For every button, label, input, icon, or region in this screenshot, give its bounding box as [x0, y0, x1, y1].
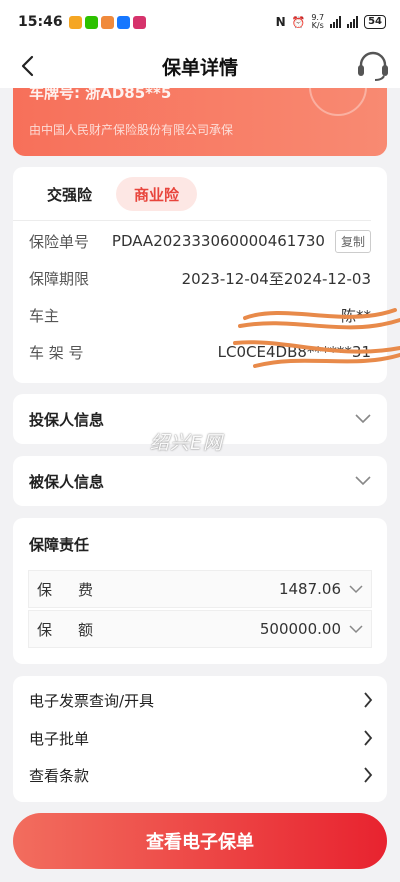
game-notification-icon [132, 15, 146, 29]
chevron-right-icon [364, 730, 373, 746]
insurer-name: 由中国人民财产保险股份有限公司承保 [29, 123, 234, 137]
chevron-down-icon [349, 584, 363, 593]
network-speed: 9.7 K/s [311, 14, 324, 30]
chevron-right-icon [364, 767, 373, 783]
signal-icon-2 [347, 16, 359, 28]
copy-button[interactable]: 复制 [334, 229, 371, 253]
policy-number-row: 保险单号 PDAA202333060000461730 复制 [29, 223, 371, 259]
nfc-icon: N [275, 15, 286, 29]
chevron-down-icon [349, 624, 363, 633]
signal-icon [330, 16, 342, 28]
coverage-period-row: 保障期限 2023-12-04至2024-12-03 [29, 260, 371, 296]
terms-link-label: 查看条款 [29, 766, 90, 785]
coverage-period-value: 2023-12-04至2024-12-03 [181, 269, 371, 288]
page-title: 保单详情 [161, 56, 238, 79]
premium-value: 1487.06 [278, 580, 341, 598]
headset-icon [358, 51, 388, 81]
view-e-policy-button[interactable]: 查看电子保单 [13, 813, 387, 869]
actions-list-card: 电子发票查询/开具 电子批单 查看条款 [13, 676, 387, 802]
premium-row[interactable]: 保费 1487.06 [28, 570, 372, 608]
premium-label: 保费 [37, 580, 120, 599]
insured-info-section[interactable]: 被保人信息 [13, 456, 387, 506]
network-speed-unit: K/s [311, 21, 324, 30]
chevron-right-icon [364, 692, 373, 708]
invoice-link-label: 电子发票查询/开具 [29, 691, 155, 710]
endorsement-link[interactable]: 电子批单 [29, 719, 373, 757]
nav-bar: 保单详情 [0, 44, 400, 88]
endorsement-link-label: 电子批单 [29, 729, 90, 748]
insurance-type-tabs: 交强险 商业险 [13, 167, 371, 221]
coverage-card: 保障责任 保费 1487.06 保额 500000.00 [13, 518, 387, 664]
vin-row: 车 架 号 LC0CE4DB8******31 [29, 334, 371, 370]
sum-insured-value: 500000.00 [259, 620, 341, 638]
status-bar: 15:46 N ⏰ 9.7 K/s 54 [0, 0, 400, 44]
seal-decoration [309, 88, 367, 116]
owner-value: 陈** [340, 306, 371, 325]
policy-info-card: 交强险 商业险 保险单号 PDAA202333060000461730 复制 保… [13, 167, 387, 383]
sum-insured-row[interactable]: 保额 500000.00 [28, 610, 372, 648]
policyholder-info-title: 投保人信息 [29, 410, 105, 429]
watermark-text: 绍兴E网 [150, 432, 224, 454]
tab-compulsory-insurance[interactable]: 交强险 [29, 177, 111, 211]
chevron-down-icon [355, 476, 371, 486]
tab-commercial-insurance[interactable]: 商业险 [116, 177, 198, 211]
terms-link[interactable]: 查看条款 [29, 756, 373, 794]
vin-label: 车 架 号 [29, 343, 84, 362]
vin-value: LC0CE4DB8******31 [217, 343, 371, 361]
insured-info-title: 被保人信息 [29, 472, 105, 491]
alarm-icon: ⏰ [291, 15, 306, 29]
license-plate: 车牌号: 浙AD85**5 [29, 88, 172, 102]
owner-row: 车主 陈** [29, 297, 371, 333]
policy-number-label: 保险单号 [29, 232, 90, 251]
chevron-down-icon [355, 414, 371, 424]
invoice-link[interactable]: 电子发票查询/开具 [29, 681, 373, 719]
taobao-notification-icon [68, 15, 82, 29]
coverage-title: 保障责任 [29, 536, 90, 554]
sum-insured-label: 保额 [37, 620, 120, 639]
alipay-notification-icon [116, 15, 130, 29]
status-indicators: N ⏰ 9.7 K/s 54 [276, 14, 386, 30]
coverage-period-label: 保障期限 [29, 269, 90, 288]
battery-icon: 54 [364, 15, 386, 29]
app-notification-icon [100, 15, 114, 29]
back-button[interactable] [14, 52, 42, 80]
wechat-notification-icon [84, 15, 98, 29]
policy-banner: 车牌号: 浙AD85**5 由中国人民财产保险股份有限公司承保 [13, 88, 387, 156]
notification-icons [68, 15, 146, 29]
status-time: 15:46 [18, 14, 63, 30]
chevron-left-icon [21, 55, 34, 77]
customer-service-button[interactable] [354, 48, 392, 84]
policy-number-value: PDAA202333060000461730 [111, 232, 325, 250]
owner-label: 车主 [29, 306, 60, 325]
